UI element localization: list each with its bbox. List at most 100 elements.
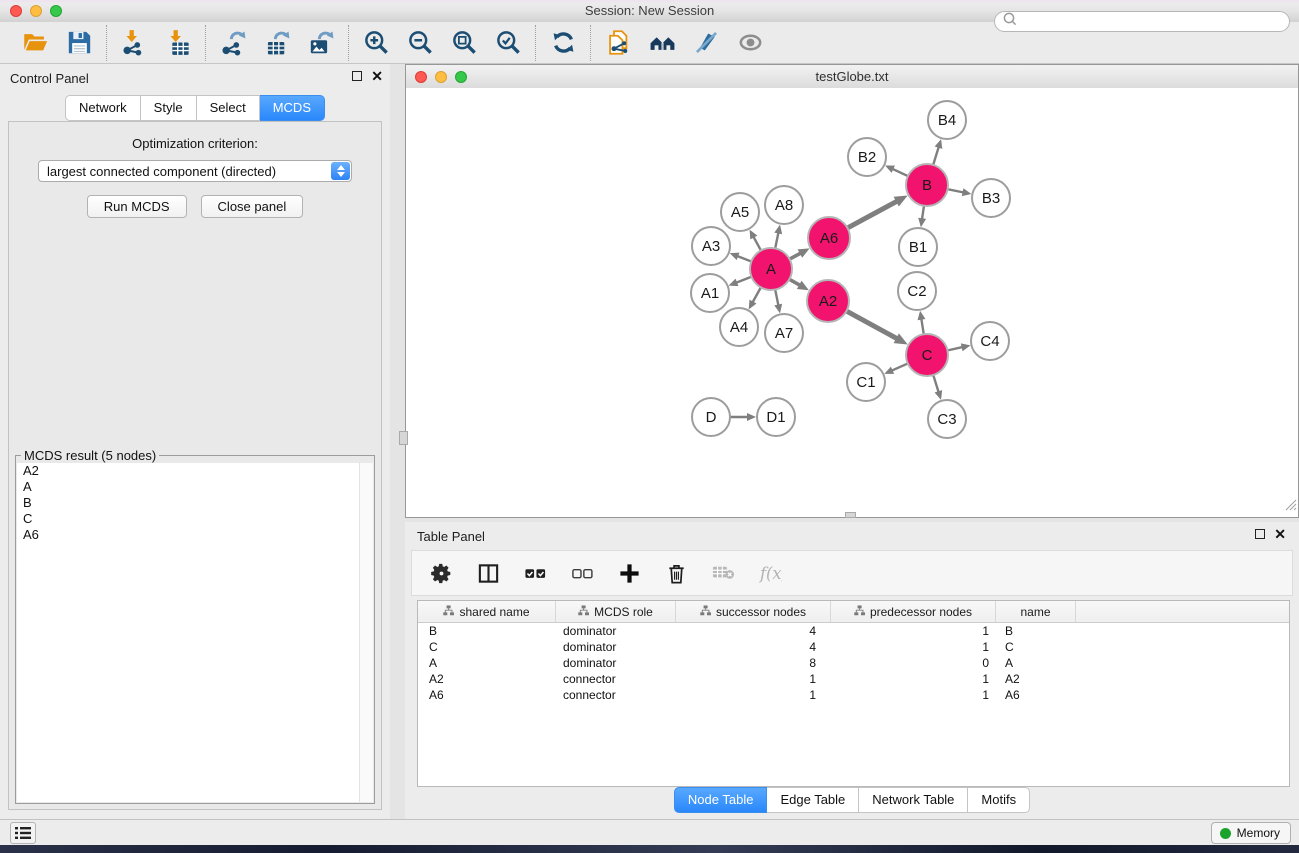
graph-node-A7[interactable]: A7 [765, 314, 803, 352]
cell[interactable]: 1 [831, 687, 996, 703]
graph-node-A5[interactable]: A5 [721, 193, 759, 231]
zoom-selected-icon[interactable] [494, 29, 522, 57]
cell[interactable]: 8 [676, 655, 831, 671]
open-icon[interactable] [21, 29, 49, 57]
graph-node-C1[interactable]: C1 [847, 363, 885, 401]
cell[interactable]: C [996, 639, 1076, 655]
cell[interactable]: A [996, 655, 1076, 671]
cell[interactable]: connector [556, 671, 676, 687]
add-row-icon[interactable] [618, 562, 641, 585]
column-header-name[interactable]: name [996, 601, 1076, 622]
cell[interactable]: A6 [418, 687, 556, 703]
cell[interactable]: C [418, 639, 556, 655]
select-all-icon[interactable] [524, 562, 547, 585]
mcds-result-item[interactable]: A2 [17, 463, 373, 479]
table-row[interactable]: A2connector11A2 [418, 671, 1289, 687]
cell[interactable]: 1 [676, 671, 831, 687]
cell[interactable]: B [418, 623, 556, 639]
close-panel-icon[interactable]: ✕ [371, 71, 383, 81]
delete-row-icon[interactable] [665, 562, 688, 585]
graph-node-B3[interactable]: B3 [972, 179, 1010, 217]
column-header-successor-nodes[interactable]: successor nodes [676, 601, 831, 622]
export-table-icon[interactable] [263, 29, 291, 57]
float-panel-icon[interactable] [1255, 529, 1265, 539]
divider-handle[interactable] [845, 512, 856, 518]
cell[interactable]: B [996, 623, 1076, 639]
column-header-predecessor-nodes[interactable]: predecessor nodes [831, 601, 996, 622]
cell[interactable]: dominator [556, 639, 676, 655]
tab-network-table[interactable]: Network Table [859, 787, 968, 813]
graph-node-D[interactable]: D [692, 398, 730, 436]
toggle-labels-icon[interactable] [692, 29, 720, 57]
zoom-fit-icon[interactable] [450, 29, 478, 57]
tab-motifs[interactable]: Motifs [968, 787, 1030, 813]
search-field[interactable] [994, 11, 1290, 32]
graph-edge-A2-C[interactable] [845, 310, 898, 339]
mcds-result-item[interactable]: A6 [17, 527, 373, 543]
graph-node-B1[interactable]: B1 [899, 228, 937, 266]
tab-edge-table[interactable]: Edge Table [767, 787, 859, 813]
divider-handle[interactable] [399, 431, 408, 445]
graph-edge-B-B2[interactable] [891, 168, 909, 177]
resize-grip-icon[interactable] [1284, 498, 1297, 516]
cell[interactable]: 1 [831, 671, 996, 687]
graph-node-C[interactable]: C [906, 334, 948, 376]
tab-node-table[interactable]: Node Table [674, 787, 768, 813]
table-row[interactable]: Cdominator41C [418, 639, 1289, 655]
columns-icon[interactable] [477, 562, 500, 585]
deselect-all-icon[interactable] [571, 562, 594, 585]
graph-node-A2[interactable]: A2 [807, 280, 849, 322]
close-panel-icon[interactable]: ✕ [1274, 529, 1286, 539]
task-history-button[interactable] [10, 822, 36, 844]
float-panel-icon[interactable] [352, 71, 362, 81]
home-icon[interactable] [648, 29, 676, 57]
graph-edge-C-C1[interactable] [891, 363, 910, 371]
run-mcds-button[interactable]: Run MCDS [87, 195, 187, 218]
zoom-out-icon[interactable] [406, 29, 434, 57]
mcds-result-item[interactable]: B [17, 495, 373, 511]
import-table-icon[interactable] [164, 29, 192, 57]
tab-network[interactable]: Network [65, 95, 141, 121]
cell[interactable]: 0 [831, 655, 996, 671]
cell[interactable]: 1 [676, 687, 831, 703]
cell[interactable]: dominator [556, 655, 676, 671]
cell[interactable]: A2 [996, 671, 1076, 687]
table-row[interactable]: Bdominator41B [418, 623, 1289, 639]
graph-node-B4[interactable]: B4 [928, 101, 966, 139]
graph-node-B2[interactable]: B2 [848, 138, 886, 176]
graph-node-C4[interactable]: C4 [971, 322, 1009, 360]
network-canvas[interactable]: B4B2BB3A8A5A6A3B1AC2A1A2A4A7C4CC1C3DD1 [406, 88, 1298, 517]
graph-node-C3[interactable]: C3 [928, 400, 966, 438]
graph-edge-A6-B[interactable] [846, 201, 898, 229]
zoom-in-icon[interactable] [362, 29, 390, 57]
graph-node-A4[interactable]: A4 [720, 308, 758, 346]
graph-node-D1[interactable]: D1 [757, 398, 795, 436]
graph-node-A8[interactable]: A8 [765, 186, 803, 224]
graph-node-B[interactable]: B [906, 164, 948, 206]
graph-node-A3[interactable]: A3 [692, 227, 730, 265]
cell[interactable]: 4 [676, 639, 831, 655]
graph-edge-C-C3[interactable] [933, 373, 939, 393]
graph-node-A[interactable]: A [750, 248, 792, 290]
export-image-icon[interactable] [307, 29, 335, 57]
column-header-shared-name[interactable]: shared name [418, 601, 556, 622]
graph-edge-B-B4[interactable] [933, 146, 939, 167]
close-panel-button[interactable]: Close panel [201, 195, 304, 218]
cell[interactable]: connector [556, 687, 676, 703]
tab-style[interactable]: Style [141, 95, 197, 121]
tab-select[interactable]: Select [197, 95, 260, 121]
cell[interactable]: A2 [418, 671, 556, 687]
cell[interactable]: A [418, 655, 556, 671]
mcds-result-item[interactable]: A [17, 479, 373, 495]
network-document-icon[interactable] [604, 29, 632, 57]
graph-node-C2[interactable]: C2 [898, 272, 936, 310]
eye-icon[interactable] [736, 29, 764, 57]
save-icon[interactable] [65, 29, 93, 57]
column-header-MCDS-role[interactable]: MCDS role [556, 601, 676, 622]
scrollbar-track[interactable] [359, 463, 373, 802]
cell[interactable]: dominator [556, 623, 676, 639]
refresh-icon[interactable] [549, 29, 577, 57]
cell[interactable]: 1 [831, 639, 996, 655]
cell[interactable]: A6 [996, 687, 1076, 703]
mcds-result-item[interactable]: C [17, 511, 373, 527]
